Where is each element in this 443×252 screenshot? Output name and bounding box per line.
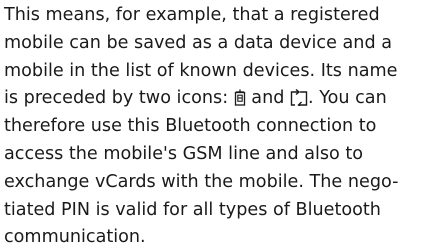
- text-line-1: This means, for example, that a register…: [4, 5, 380, 25]
- data-device-icon: [234, 89, 246, 107]
- text-line-8: tiated PIN is valid for all types of Blu…: [4, 199, 381, 220]
- text-line-6: access the mobile's GSM line and also to: [4, 143, 364, 164]
- text-line-7: exchange vCards with the mobile. The neg…: [4, 171, 399, 192]
- text-line-2: mobile can be saved as a data device and…: [4, 32, 392, 53]
- text-line-4-and: and: [245, 88, 291, 109]
- mobile-transfer-icon: [290, 89, 308, 107]
- text-line-5: therefore use this Bluetooth connection …: [4, 116, 377, 137]
- text-line-4-end: . You can: [308, 88, 387, 109]
- text-line-3: mobile in the list of known devices. Its…: [4, 60, 398, 81]
- text-line-4: is preceded by two icons: and . You can: [4, 85, 443, 113]
- text-line-4-start: is preceded by two icons:: [4, 88, 234, 109]
- text-line-9: communication.: [4, 227, 146, 248]
- document-paragraph: This means, for example, that a register…: [4, 2, 443, 252]
